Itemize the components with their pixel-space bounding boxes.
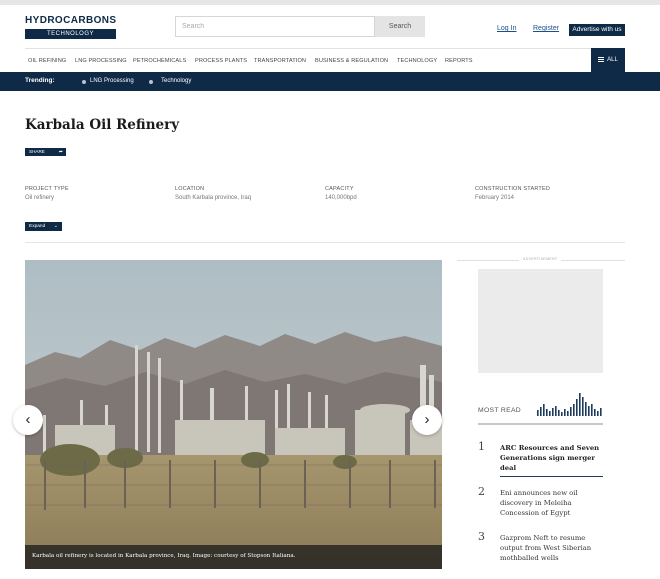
meta-location: LOCATION South Karbala province, Iraq <box>175 186 251 201</box>
meta-project-type: PROJECT TYPE Oil refinery <box>25 186 69 201</box>
meta-value: South Karbala province, Iraq <box>175 195 252 201</box>
meta-capacity: CAPACITY 140,000bpd <box>325 186 357 201</box>
chevron-left-icon: ‹ <box>25 411 31 428</box>
meta-label: CONSTRUCTION STARTED <box>475 186 550 192</box>
search-input[interactable] <box>175 16 375 37</box>
nav-item-transportation[interactable]: TRANSPORTATION <box>254 58 306 64</box>
most-read-rank: 1 <box>478 440 485 453</box>
hamburger-icon <box>598 56 605 62</box>
trending-bar: Trending: LNG Processing Technology <box>0 72 660 91</box>
meta-label: CAPACITY <box>325 186 354 192</box>
most-read-title[interactable]: ARC Resources and Seven Generations sign… <box>500 443 603 473</box>
bullet-icon <box>82 80 86 84</box>
bullet-icon <box>149 80 153 84</box>
meta-value: Oil refinery <box>25 195 55 201</box>
share-icon: ➦ <box>58 149 63 155</box>
chevron-down-icon: ⌄ <box>53 223 58 229</box>
share-label: SHARE <box>29 149 45 154</box>
nav-item-lng-processing[interactable]: LNG PROCESSING <box>75 58 127 64</box>
advertise-button[interactable]: Advertise with us <box>569 24 625 36</box>
expand-button[interactable]: Expand ⌄ <box>25 222 62 231</box>
section-divider <box>25 242 625 243</box>
main-nav: OIL REFINING LNG PROCESSING PETROCHEMICA… <box>25 48 625 72</box>
caption-text: Karbala oil refinery is located in Karba… <box>32 553 296 559</box>
page-title: Karbala Oil Refinery <box>25 117 180 133</box>
nav-item-technology[interactable]: TECHNOLOGY <box>397 58 437 64</box>
item-divider <box>500 476 603 477</box>
nav-item-oil-refining[interactable]: OIL REFINING <box>28 58 66 64</box>
most-read-title[interactable]: Gazprom Neft to resume output from West … <box>500 533 603 563</box>
most-read-rank: 2 <box>478 485 485 498</box>
expand-label: Expand <box>29 224 46 229</box>
nav-item-business-regulation[interactable]: BUSINESS & REGULATION <box>315 58 388 64</box>
carousel-next-button[interactable]: › <box>412 405 442 435</box>
nav-item-reports[interactable]: REPORTS <box>445 58 473 64</box>
logo-subtitle: TECHNOLOGY <box>25 29 116 39</box>
carousel-dots <box>218 575 242 579</box>
meta-label: LOCATION <box>175 186 205 192</box>
meta-value: 140,000bpd <box>325 195 357 201</box>
carousel-caption: Karbala oil refinery is located in Karba… <box>25 545 442 569</box>
login-link[interactable]: Log In <box>497 25 516 32</box>
trending-label: Trending: <box>25 77 55 84</box>
top-strip <box>0 0 660 5</box>
meta-value: February 2014 <box>475 195 515 201</box>
ad-slot[interactable] <box>478 269 603 373</box>
share-button[interactable]: SHARE ➦ <box>25 148 66 156</box>
carousel-image <box>25 260 442 569</box>
most-read-title[interactable]: Eni announces new oil discovery in Melei… <box>500 488 603 518</box>
site-logo[interactable]: HYDROCARBONS TECHNOLOGY <box>25 15 116 39</box>
most-read-divider <box>478 423 603 425</box>
meta-label: PROJECT TYPE <box>25 186 69 192</box>
nav-item-petrochemicals[interactable]: PETROCHEMICALS <box>133 58 186 64</box>
nav-item-process-plants[interactable]: PROCESS PLANTS <box>195 58 247 64</box>
chevron-right-icon: › <box>424 411 430 428</box>
trending-item-technology[interactable]: Technology <box>161 78 191 84</box>
most-read-sparkline-icon <box>537 393 602 416</box>
search-button[interactable]: Search <box>375 16 425 37</box>
trending-item-lng-processing[interactable]: LNG Processing <box>90 78 134 84</box>
all-menu-label: ALL <box>607 57 618 63</box>
meta-construction-started: CONSTRUCTION STARTED February 2014 <box>475 186 550 201</box>
most-read-rank: 3 <box>478 530 485 543</box>
most-read-heading: MOST READ <box>478 407 521 414</box>
refinery-photo <box>25 260 442 569</box>
logo-wordmark: HYDROCARBONS <box>25 15 117 26</box>
carousel-prev-button[interactable]: ‹ <box>13 405 43 435</box>
all-menu-button[interactable]: ALL <box>591 48 625 72</box>
ad-label: ADVERTISEMENT <box>519 257 562 261</box>
register-link[interactable]: Register <box>533 25 559 32</box>
